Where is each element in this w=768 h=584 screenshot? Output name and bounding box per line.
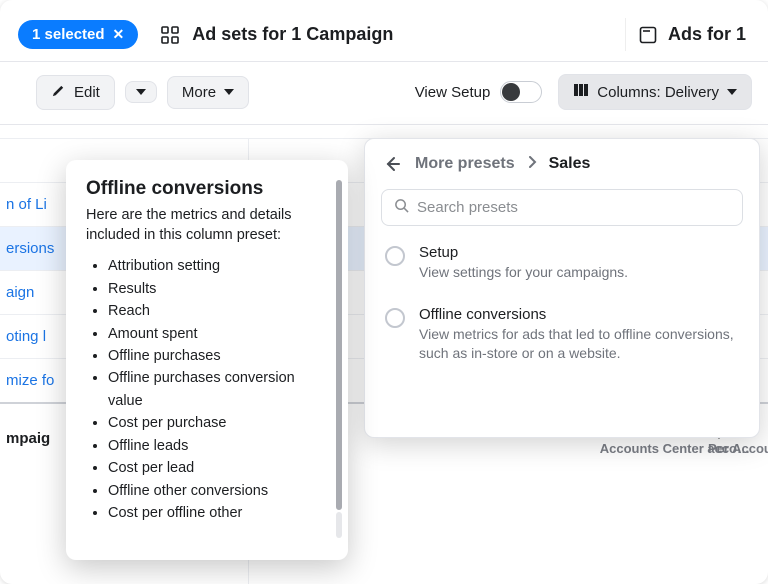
list-item: Attribution setting: [108, 255, 328, 277]
preset-option-setup[interactable]: Setup View settings for your campaigns.: [381, 226, 743, 288]
tooltip-offline-conversions: Offline conversions Here are the metrics…: [66, 160, 348, 560]
more-button[interactable]: More: [167, 76, 249, 109]
toolbar: Edit More View Setup Columns: Delivery: [0, 62, 768, 125]
ad-icon: [638, 25, 658, 45]
edit-button[interactable]: Edit: [36, 75, 115, 110]
tooltip-title: Offline conversions: [86, 178, 328, 200]
chevron-right-icon: [527, 155, 537, 173]
chevron-down-icon: [224, 89, 234, 95]
tooltip-intro: Here are the metrics and details include…: [86, 206, 328, 245]
scrollbar-track: [336, 512, 342, 538]
breadcrumb-current: Sales: [549, 155, 591, 173]
edit-label: Edit: [74, 84, 100, 101]
tooltip-list: Attribution setting Results Reach Amount…: [86, 255, 328, 525]
list-item: Results: [108, 278, 328, 300]
chevron-down-icon: [727, 89, 737, 95]
search-input[interactable]: Search presets: [381, 189, 743, 226]
preset-option-offline-conversions[interactable]: Offline conversions View metrics for ads…: [381, 288, 743, 369]
breadcrumb-more[interactable]: More presets: [415, 155, 515, 173]
presets-panel: More presets Sales Search presets Setup …: [364, 138, 760, 438]
selected-chip[interactable]: 1 selected ✕: [18, 20, 138, 49]
summary-sub: Per Accounts: [708, 441, 768, 456]
columns-button[interactable]: Columns: Delivery: [558, 74, 752, 110]
list-item: Cost per offline other: [108, 502, 328, 524]
option-desc: View settings for your campaigns.: [419, 263, 628, 282]
cell-text: aign: [6, 284, 34, 301]
cell-text: mize fo: [6, 372, 54, 389]
cell-text: n of Li: [6, 196, 47, 213]
chip-label: 1 selected: [32, 26, 105, 43]
view-setup: View Setup: [415, 81, 543, 103]
more-label: More: [182, 84, 216, 101]
scrollbar-thumb[interactable]: [336, 180, 342, 510]
view-setup-toggle[interactable]: [500, 81, 542, 103]
breadcrumb: More presets Sales: [381, 153, 743, 175]
list-item: Cost per lead: [108, 457, 328, 479]
tabs-row: 1 selected ✕ Ad sets for 1 Campaign Ads …: [0, 0, 768, 62]
list-item: Amount spent: [108, 323, 328, 345]
tab-ads-label: Ads for 1: [668, 24, 746, 45]
cell-text: ersions: [6, 240, 54, 257]
list-item: Offline other conversions: [108, 480, 328, 502]
search-placeholder: Search presets: [417, 199, 518, 216]
columns-label: Columns: Delivery: [597, 84, 719, 101]
radio-icon[interactable]: [385, 246, 405, 266]
option-title: Offline conversions: [419, 306, 739, 323]
tab-adsets[interactable]: Ad sets for 1 Campaign: [152, 18, 401, 51]
list-item: Cost per purchase: [108, 412, 328, 434]
tab-ads[interactable]: Ads for 1: [625, 18, 750, 51]
back-arrow-icon[interactable]: [381, 153, 403, 175]
grid-icon: [160, 25, 180, 45]
chevron-down-icon: [136, 89, 146, 95]
pencil-icon: [51, 83, 66, 102]
cell-text: oting l: [6, 328, 46, 345]
option-title: Setup: [419, 244, 628, 261]
list-item: Offline leads: [108, 435, 328, 457]
search-icon: [394, 198, 409, 217]
option-desc: View metrics for ads that led to offline…: [419, 325, 739, 363]
tab-adsets-label: Ad sets for 1 Campaign: [192, 24, 393, 45]
list-item: Reach: [108, 300, 328, 322]
view-setup-label: View Setup: [415, 84, 491, 101]
list-item: Offline purchases: [108, 345, 328, 367]
columns-icon: [573, 82, 589, 102]
close-icon[interactable]: ✕: [113, 26, 125, 43]
cell-text: mpaig: [6, 430, 50, 447]
edit-caret[interactable]: [125, 81, 157, 103]
list-item: Offline purchases conversion value: [108, 367, 328, 412]
radio-icon[interactable]: [385, 308, 405, 328]
